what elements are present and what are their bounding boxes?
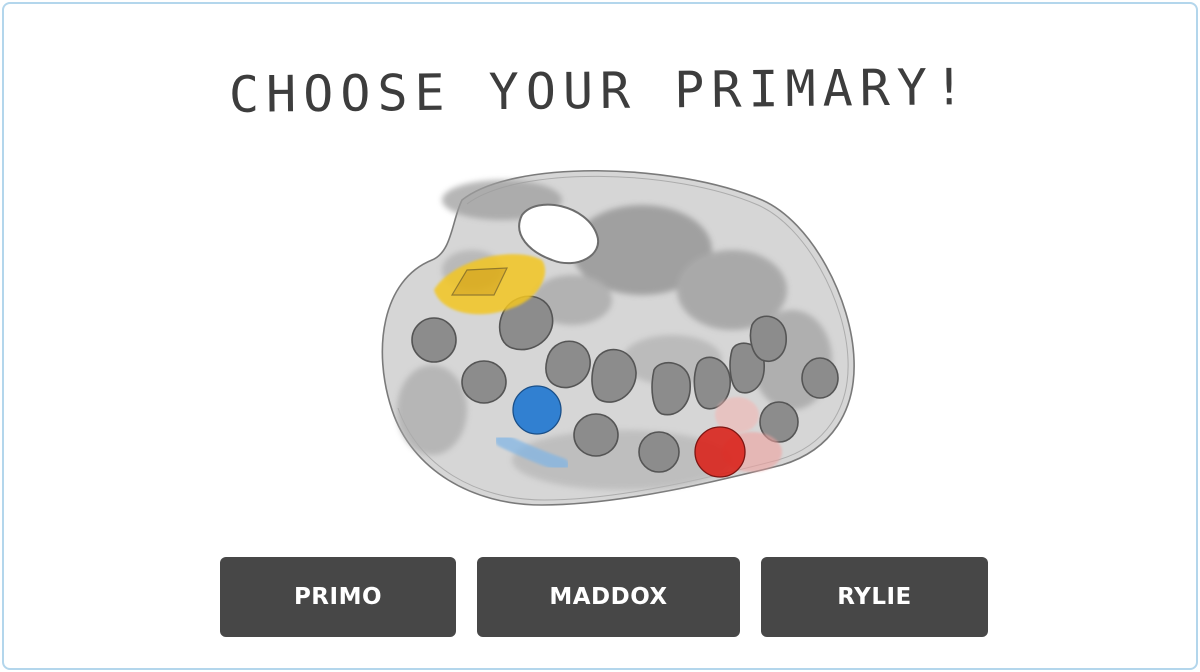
- paint-well: [749, 315, 787, 362]
- paint-well: [651, 361, 691, 416]
- paint-well: [801, 357, 839, 399]
- choose-maddox-button[interactable]: MADDOX: [477, 557, 740, 637]
- paint-well: [411, 317, 457, 363]
- choose-rylie-button[interactable]: RYLIE: [761, 557, 988, 637]
- paint-well: [545, 340, 591, 389]
- paint-palette-icon: [381, 169, 855, 506]
- paint-well: [638, 431, 680, 473]
- paint-well: [461, 360, 507, 404]
- choose-primo-button[interactable]: PRIMO: [220, 557, 456, 637]
- paint-well: [573, 413, 619, 457]
